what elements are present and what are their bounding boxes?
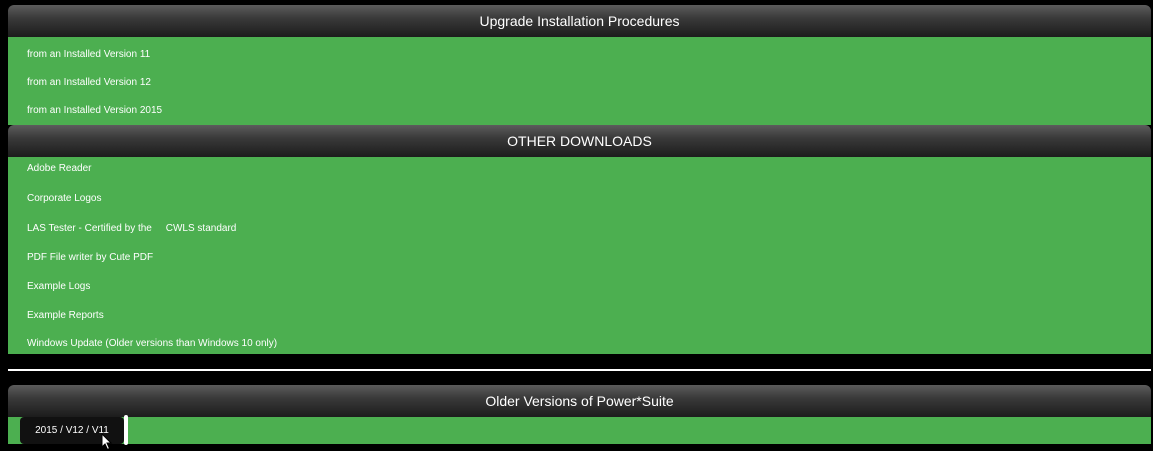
download-link-las-tester[interactable]: LAS Tester - Certified by the CWLS stand… — [27, 223, 236, 234]
older-versions-section-panel — [8, 417, 1151, 444]
download-link-example-reports[interactable]: Example Reports — [27, 310, 104, 321]
download-link-corporate-logos[interactable]: Corporate Logos — [27, 193, 102, 204]
upgrade-link-v11[interactable]: from an Installed Version 11 — [27, 49, 150, 60]
upgrade-link-v12[interactable]: from an Installed Version 12 — [27, 77, 151, 88]
upgrade-section-title: Upgrade Installation Procedures — [479, 13, 680, 29]
downloads-page: Upgrade Installation Procedures from an … — [8, 5, 1151, 451]
download-link-windows-update[interactable]: Windows Update (Older versions than Wind… — [27, 338, 277, 349]
mouse-pointer-icon — [101, 433, 113, 451]
upgrade-link-2015[interactable]: from an Installed Version 2015 — [27, 105, 162, 116]
section-divider — [8, 369, 1151, 371]
downloads-section-title: OTHER DOWNLOADS — [507, 133, 652, 149]
upgrade-section-header[interactable]: Upgrade Installation Procedures — [8, 5, 1151, 37]
tab-edge — [124, 415, 128, 445]
download-link-adobe-reader[interactable]: Adobe Reader — [27, 163, 92, 174]
older-versions-section-header[interactable]: Older Versions of Power*Suite — [8, 385, 1151, 417]
download-link-example-logs[interactable]: Example Logs — [27, 281, 90, 292]
upgrade-section-panel: from an Installed Version 11 from an Ins… — [8, 37, 1151, 125]
downloads-section-header[interactable]: OTHER DOWNLOADS — [8, 125, 1151, 157]
download-link-cute-pdf[interactable]: PDF File writer by Cute PDF — [27, 252, 153, 263]
older-versions-section-title: Older Versions of Power*Suite — [485, 393, 674, 409]
downloads-section-panel: Adobe Reader Corporate Logos LAS Tester … — [8, 157, 1151, 354]
